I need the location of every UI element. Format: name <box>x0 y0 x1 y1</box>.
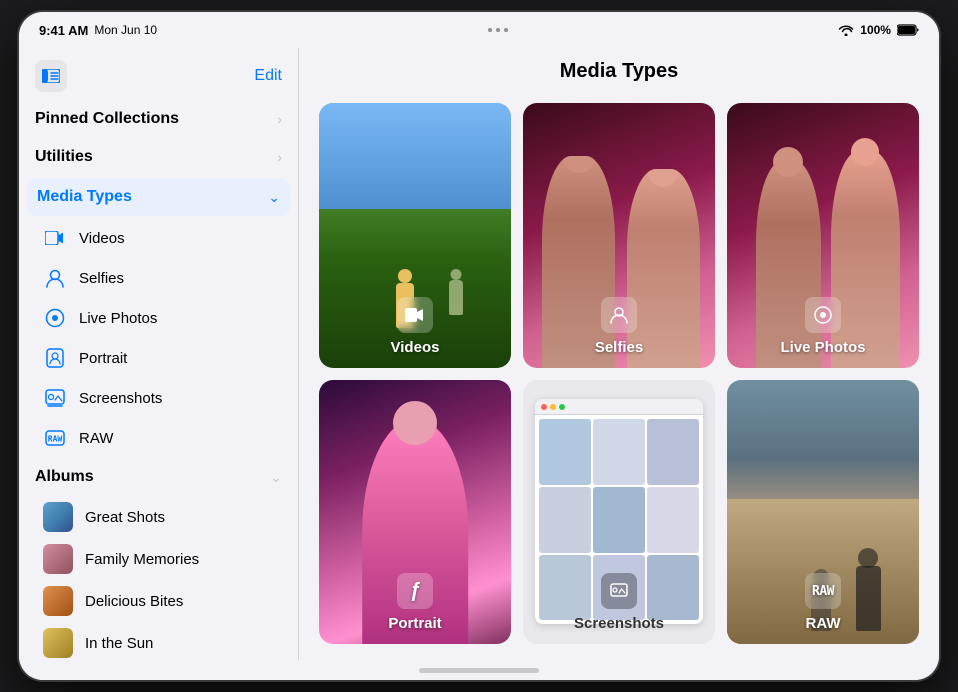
screenshots-icon <box>43 386 67 410</box>
delicious-bites-thumbnail <box>43 586 73 616</box>
app-container: Edit Pinned Collections › Utilities › Me… <box>19 48 939 660</box>
portrait-grid-icon: ƒ <box>397 573 433 609</box>
videos-label-overlay: Videos <box>319 297 511 356</box>
chevron-right-icon: › <box>277 111 282 127</box>
live-photos-label-overlay: Live Photos <box>727 297 919 356</box>
status-time: 9:41 AM <box>39 23 88 38</box>
media-types-grid: Videos <box>299 95 939 660</box>
sidebar-item-great-shots[interactable]: Great Shots <box>19 496 298 538</box>
battery-percent: 100% <box>860 23 891 37</box>
screenshots-grid-label: Screenshots <box>574 615 664 632</box>
family-memories-label: Family Memories <box>85 551 199 568</box>
portrait-label: Portrait <box>79 350 127 367</box>
selfies-icon <box>43 266 67 290</box>
status-bar: 9:41 AM Mon Jun 10 100% <box>19 12 939 48</box>
delicious-bites-label: Delicious Bites <box>85 593 183 610</box>
status-right: 100% <box>838 23 919 37</box>
portrait-icon <box>43 346 67 370</box>
main-header: Media Types <box>299 48 939 95</box>
portrait-label-overlay: ƒ Portrait <box>319 573 511 632</box>
grid-item-raw[interactable]: RAW RAW <box>727 380 919 645</box>
raw-grid-label: RAW <box>806 615 841 632</box>
sidebar-item-videos[interactable]: Videos <box>19 218 298 258</box>
selfies-grid-icon <box>601 297 637 333</box>
raw-label: RAW <box>79 430 113 447</box>
sidebar-item-raw[interactable]: RAW RAW <box>19 418 298 458</box>
live-photos-grid-label: Live Photos <box>780 339 865 356</box>
selfies-label: Selfies <box>79 270 124 287</box>
dot-3 <box>504 28 508 32</box>
screenshots-label-overlay: Screenshots <box>523 573 715 632</box>
great-shots-thumbnail <box>43 502 73 532</box>
battery-icon <box>897 24 919 36</box>
raw-label-overlay: RAW RAW <box>727 573 919 632</box>
grid-item-videos[interactable]: Videos <box>319 103 511 368</box>
dot-2 <box>496 28 500 32</box>
dot-1 <box>488 28 492 32</box>
utilities-label: Utilities <box>35 148 93 166</box>
ipad-frame: 9:41 AM Mon Jun 10 100% <box>19 12 939 680</box>
sidebar-icon <box>42 69 60 83</box>
screenshots-label: Screenshots <box>79 390 162 407</box>
pinned-collections-label: Pinned Collections <box>35 110 179 128</box>
albums-label: Albums <box>35 468 94 486</box>
main-content: Media Types <box>299 48 939 660</box>
media-types-label: Media Types <box>37 188 132 206</box>
videos-label: Videos <box>79 230 125 247</box>
grid-item-screenshots[interactable]: Screenshots <box>523 380 715 645</box>
grid-item-selfies[interactable]: Selfies <box>523 103 715 368</box>
sidebar-item-in-the-sun[interactable]: In the Sun <box>19 622 298 660</box>
videos-grid-icon <box>397 297 433 333</box>
svg-text:RAW: RAW <box>48 435 63 444</box>
sidebar-item-utilities[interactable]: Utilities › <box>19 138 298 176</box>
sidebar-item-pinned-collections[interactable]: Pinned Collections › <box>19 100 298 138</box>
selfies-grid-label: Selfies <box>595 339 643 356</box>
live-photos-grid-icon <box>805 297 841 333</box>
screenshots-grid-icon <box>601 573 637 609</box>
wifi-icon <box>838 24 854 36</box>
in-the-sun-thumbnail <box>43 628 73 658</box>
status-date: Mon Jun 10 <box>94 23 157 37</box>
sidebar-item-media-types[interactable]: Media Types ⌄ <box>27 178 290 216</box>
grid-item-portrait[interactable]: ƒ Portrait <box>319 380 511 645</box>
status-center-dots <box>488 28 508 32</box>
grid-item-live-photos[interactable]: Live Photos <box>727 103 919 368</box>
sidebar-item-live-photos[interactable]: Live Photos <box>19 298 298 338</box>
live-photos-icon <box>43 306 67 330</box>
selfies-label-overlay: Selfies <box>523 297 715 356</box>
great-shots-label: Great Shots <box>85 509 165 526</box>
sidebar-item-delicious-bites[interactable]: Delicious Bites <box>19 580 298 622</box>
family-memories-thumbnail <box>43 544 73 574</box>
sidebar-item-selfies[interactable]: Selfies <box>19 258 298 298</box>
raw-grid-icon: RAW <box>805 573 841 609</box>
video-icon <box>43 226 67 250</box>
sidebar-item-screenshots[interactable]: Screenshots <box>19 378 298 418</box>
portrait-grid-label: Portrait <box>388 615 441 632</box>
live-photos-label: Live Photos <box>79 310 157 327</box>
sidebar-item-family-memories[interactable]: Family Memories <box>19 538 298 580</box>
sidebar: Edit Pinned Collections › Utilities › Me… <box>19 48 299 660</box>
sidebar-header: Edit <box>19 48 298 100</box>
chevron-down-icon: ⌄ <box>268 189 280 206</box>
sidebar-item-portrait[interactable]: Portrait <box>19 338 298 378</box>
home-indicator <box>19 660 939 680</box>
videos-grid-label: Videos <box>391 339 440 356</box>
chevron-right-icon-2: › <box>277 149 282 165</box>
sidebar-toggle-button[interactable] <box>35 60 67 92</box>
edit-button[interactable]: Edit <box>254 67 282 85</box>
in-the-sun-label: In the Sun <box>85 635 153 652</box>
albums-chevron-down-icon: ⌄ <box>270 469 282 486</box>
page-title: Media Types <box>319 60 919 83</box>
albums-section-header: Albums ⌄ <box>19 458 298 496</box>
home-bar <box>419 668 539 673</box>
raw-icon: RAW <box>43 426 67 450</box>
